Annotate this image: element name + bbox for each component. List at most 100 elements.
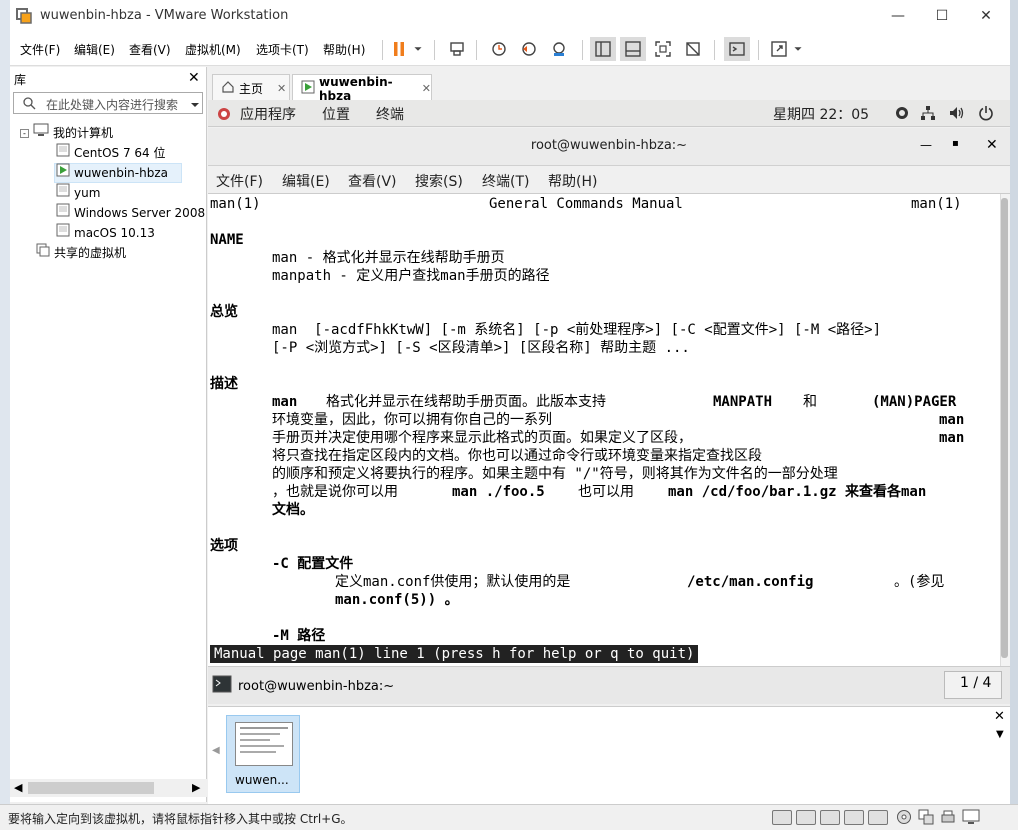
thumb-scroll-left-icon[interactable]: ◀ xyxy=(212,745,220,756)
collapse-icon[interactable]: - xyxy=(20,128,29,138)
tab-home[interactable]: 主页 ✕ xyxy=(212,74,290,102)
terminal-content[interactable]: man(1) General Commands Manual man(1) NA… xyxy=(208,194,1002,666)
desc-text: 文档。 xyxy=(272,502,314,518)
window-list-item[interactable]: root@wuwenbin-hbza:~ xyxy=(212,673,394,699)
menu-vm[interactable]: 虚拟机(M) xyxy=(185,41,241,58)
show-thumbnail-bar-icon[interactable] xyxy=(620,37,646,61)
terminal-menu-terminal[interactable]: 终端(T) xyxy=(482,171,529,191)
scrollbar-thumb[interactable] xyxy=(28,782,154,794)
terminal-menu-view[interactable]: 查看(V) xyxy=(348,171,397,191)
vm-icon xyxy=(56,183,70,203)
scroll-right-icon[interactable]: ▶ xyxy=(192,781,200,794)
option-m: -M 路径 xyxy=(272,628,326,644)
man-header-center: General Commands Manual xyxy=(489,196,683,212)
tree-vm-item[interactable]: CentOS 7 64 位 xyxy=(56,143,165,163)
chevron-down-icon[interactable] xyxy=(790,37,806,61)
stretch-icon[interactable] xyxy=(766,37,792,61)
send-ctrl-alt-del-icon[interactable] xyxy=(444,37,470,61)
close-button[interactable]: ✕ xyxy=(964,0,1008,32)
desc-text: 将只查找在指定区段内的文档。你也可以通过命令行或环境变量来指定查找区段 xyxy=(272,448,762,464)
hard-disk-icon[interactable] xyxy=(844,810,864,825)
library-close-button[interactable]: ✕ xyxy=(188,70,200,86)
cd-icon[interactable] xyxy=(896,809,912,828)
network-icon[interactable] xyxy=(920,105,936,124)
chevron-down-icon[interactable]: ▼ xyxy=(996,729,1004,740)
snapshot-icon[interactable] xyxy=(486,37,512,61)
revert-snapshot-icon[interactable] xyxy=(516,37,542,61)
thumbnail-close-icon[interactable]: ✕ xyxy=(994,709,1005,724)
terminal-menu-file[interactable]: 文件(F) xyxy=(216,171,263,191)
minimize-button[interactable]: — xyxy=(876,0,920,32)
snapshot-manager-icon[interactable] xyxy=(546,37,572,61)
menu-file[interactable]: 文件(F) xyxy=(20,41,60,58)
tab-close-icon[interactable]: ✕ xyxy=(277,82,286,95)
status-bar: 要将输入定向到该虚拟机，请将鼠标指针移入其中或按 Ctrl+G。 xyxy=(0,804,1018,830)
hard-disk-icon[interactable] xyxy=(796,810,816,825)
tree-vm-item[interactable]: Windows Server 2008 xyxy=(56,203,205,223)
menu-edit[interactable]: 编辑(E) xyxy=(74,41,115,58)
section-synopsis: 总览 xyxy=(210,304,238,320)
search-placeholder: 在此处键入内容进行搜索 xyxy=(46,98,179,112)
unity-icon[interactable] xyxy=(680,37,706,61)
name-line: man - 格式化并显示在线帮助手册页 xyxy=(272,250,505,266)
tree-vm-label: yum xyxy=(74,186,101,200)
terminal-minimize-button[interactable]: — xyxy=(920,138,932,152)
fullscreen-icon[interactable] xyxy=(650,37,676,61)
menu-view[interactable]: 查看(V) xyxy=(129,41,171,58)
suspend-icon[interactable] xyxy=(386,37,412,61)
network-adapter-icon[interactable] xyxy=(918,809,934,828)
power-icon[interactable] xyxy=(978,105,994,124)
desc-text: man ./foo.5 xyxy=(452,484,545,500)
show-library-icon[interactable] xyxy=(590,37,616,61)
window-list-item-label: root@wuwenbin-hbza:~ xyxy=(238,678,395,694)
vm-thumbnail[interactable]: wuwen... xyxy=(226,715,300,793)
gnome-menu-terminal[interactable]: 终端 xyxy=(376,104,404,124)
tree-my-computer[interactable]: - 我的计算机 xyxy=(20,123,113,143)
tree-vm-item-selected[interactable]: wuwenbin-hbza xyxy=(54,163,182,183)
terminal-maximize-button[interactable]: ▪ xyxy=(952,138,959,149)
synopsis-line: [-P <浏览方式>] [-S <区段清单>] [区段名称] 帮助主题 ... xyxy=(272,340,690,356)
display-icon[interactable] xyxy=(962,809,980,828)
chevron-down-icon[interactable] xyxy=(410,37,426,61)
gnome-menu-places[interactable]: 位置 xyxy=(322,104,350,124)
gnome-menu-applications[interactable]: 应用程序 xyxy=(240,104,296,124)
title-bar[interactable]: wuwenbin-hbza - VMware Workstation — ☐ ✕ xyxy=(10,0,1010,32)
tree-shared-label: 共享的虚拟机 xyxy=(54,246,127,260)
volume-icon[interactable] xyxy=(948,105,966,124)
clock[interactable]: 星期四 22：05 xyxy=(773,104,869,124)
console-view-icon[interactable] xyxy=(724,37,750,61)
tab-close-icon[interactable]: ✕ xyxy=(422,82,431,95)
scroll-left-icon[interactable]: ◀ xyxy=(14,781,22,794)
option-c-desc: /etc/man.config xyxy=(687,574,814,590)
tab-vm[interactable]: wuwenbin-hbza ✕ xyxy=(292,74,432,103)
chevron-down-icon[interactable] xyxy=(190,99,200,113)
printer-icon[interactable] xyxy=(940,809,956,828)
hard-disk-icon[interactable] xyxy=(820,810,840,825)
menu-tabs[interactable]: 选项卡(T) xyxy=(256,41,309,58)
terminal-scrollbar-thumb[interactable] xyxy=(1001,198,1008,658)
terminal-menu-search[interactable]: 搜索(S) xyxy=(415,171,463,191)
library-search-input[interactable]: 在此处键入内容进行搜索 xyxy=(13,92,203,114)
library-horizontal-scrollbar[interactable]: ◀ ▶ xyxy=(10,779,207,797)
tree-shared-vms[interactable]: 共享的虚拟机 xyxy=(36,243,126,263)
accessibility-icon[interactable] xyxy=(894,105,910,124)
menu-help[interactable]: 帮助(H) xyxy=(323,41,365,58)
terminal-titlebar[interactable]: root@wuwenbin-hbza:~ — ▪ ✕ xyxy=(208,128,1010,166)
home-icon xyxy=(221,80,235,97)
vmware-icon xyxy=(16,8,32,24)
tree-vm-item[interactable]: macOS 10.13 xyxy=(56,223,155,243)
section-description: 描述 xyxy=(210,376,238,392)
terminal-menubar: 文件(F) 编辑(E) 查看(V) 搜索(S) 终端(T) 帮助(H) xyxy=(208,166,1010,194)
terminal-menu-edit[interactable]: 编辑(E) xyxy=(282,171,330,191)
hard-disk-icon[interactable] xyxy=(868,810,888,825)
tree-vm-label: Windows Server 2008 xyxy=(74,206,206,220)
tree-vm-label: macOS 10.13 xyxy=(74,226,155,240)
desc-text: 和 xyxy=(803,394,817,410)
hard-disk-icon[interactable] xyxy=(772,810,792,825)
terminal-menu-help[interactable]: 帮助(H) xyxy=(548,171,597,191)
terminal-close-button[interactable]: ✕ xyxy=(986,137,998,153)
maximize-button[interactable]: ☐ xyxy=(920,0,964,32)
tree-vm-item[interactable]: yum xyxy=(56,183,100,203)
tree-vm-label: wuwenbin-hbza xyxy=(74,166,168,180)
gnome-window-list: root@wuwenbin-hbza:~ 1 / 4 xyxy=(208,666,1010,704)
